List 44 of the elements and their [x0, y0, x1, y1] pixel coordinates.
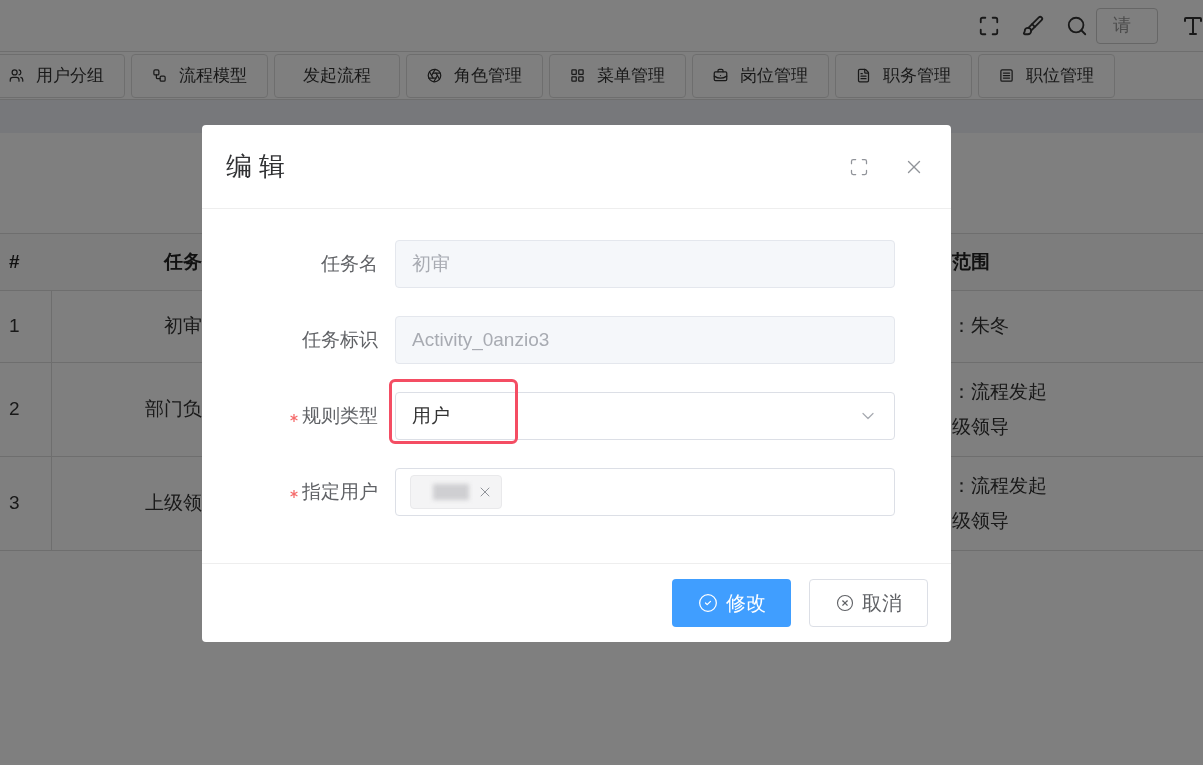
- field-label: 规则类型: [302, 403, 378, 428]
- tab[interactable]: 用户分组: [0, 53, 125, 98]
- tab-icon: [9, 68, 24, 83]
- table-cell: 3: [0, 457, 52, 550]
- tab[interactable]: 流程模型: [131, 53, 268, 98]
- cancel-button[interactable]: 取消: [809, 579, 928, 627]
- tab-icon: [713, 68, 728, 83]
- submit-button[interactable]: 修改: [672, 579, 791, 627]
- table-cell-text: 部门负: [144, 397, 202, 422]
- tab[interactable]: 发起流程: [274, 53, 400, 98]
- column-header: 范围: [952, 249, 990, 274]
- table-cell-text: 级领导: [952, 414, 1010, 439]
- tab-icon: [999, 68, 1014, 83]
- close-circle-icon: [835, 594, 854, 612]
- search-icon[interactable]: [1066, 14, 1088, 37]
- table-cell-text: 级领导: [952, 508, 1010, 533]
- tab-icon: [427, 68, 442, 83]
- column-header: 任务: [162, 249, 202, 274]
- tag-select-field[interactable]: [395, 468, 895, 516]
- tab-icon: [570, 68, 585, 83]
- fullscreen-icon[interactable]: [978, 14, 1000, 37]
- check-circle-icon: [697, 593, 718, 613]
- column-header: #: [8, 249, 21, 274]
- field-label: 任务名: [321, 251, 378, 276]
- table-cell-text: 初审: [163, 314, 202, 339]
- select-field[interactable]: 用户: [395, 392, 895, 440]
- field-label: 任务标识: [302, 327, 378, 352]
- tab-icon: [856, 68, 871, 83]
- tab[interactable]: 菜单管理: [549, 53, 686, 98]
- blurred-placeholder: [433, 484, 469, 500]
- dialog-title: 编 辑: [226, 150, 286, 183]
- tab[interactable]: 职务管理: [835, 53, 972, 98]
- table-cell-text: ：朱冬: [952, 314, 1009, 339]
- table-cell: 1: [0, 291, 52, 362]
- table-cell-text: 上级领: [144, 491, 202, 516]
- table-cell: 2: [0, 363, 52, 456]
- table-cell-text: ：流程发起: [952, 474, 1047, 498]
- maximize-icon[interactable]: [849, 156, 869, 177]
- tab[interactable]: 职位管理: [978, 53, 1115, 98]
- tab[interactable]: 岗位管理: [692, 53, 829, 98]
- field-label: 指定用户: [302, 479, 378, 504]
- tab[interactable]: 角色管理: [406, 53, 543, 98]
- table-cell-text: ：流程发起: [952, 380, 1047, 404]
- tab-icon: [152, 68, 167, 83]
